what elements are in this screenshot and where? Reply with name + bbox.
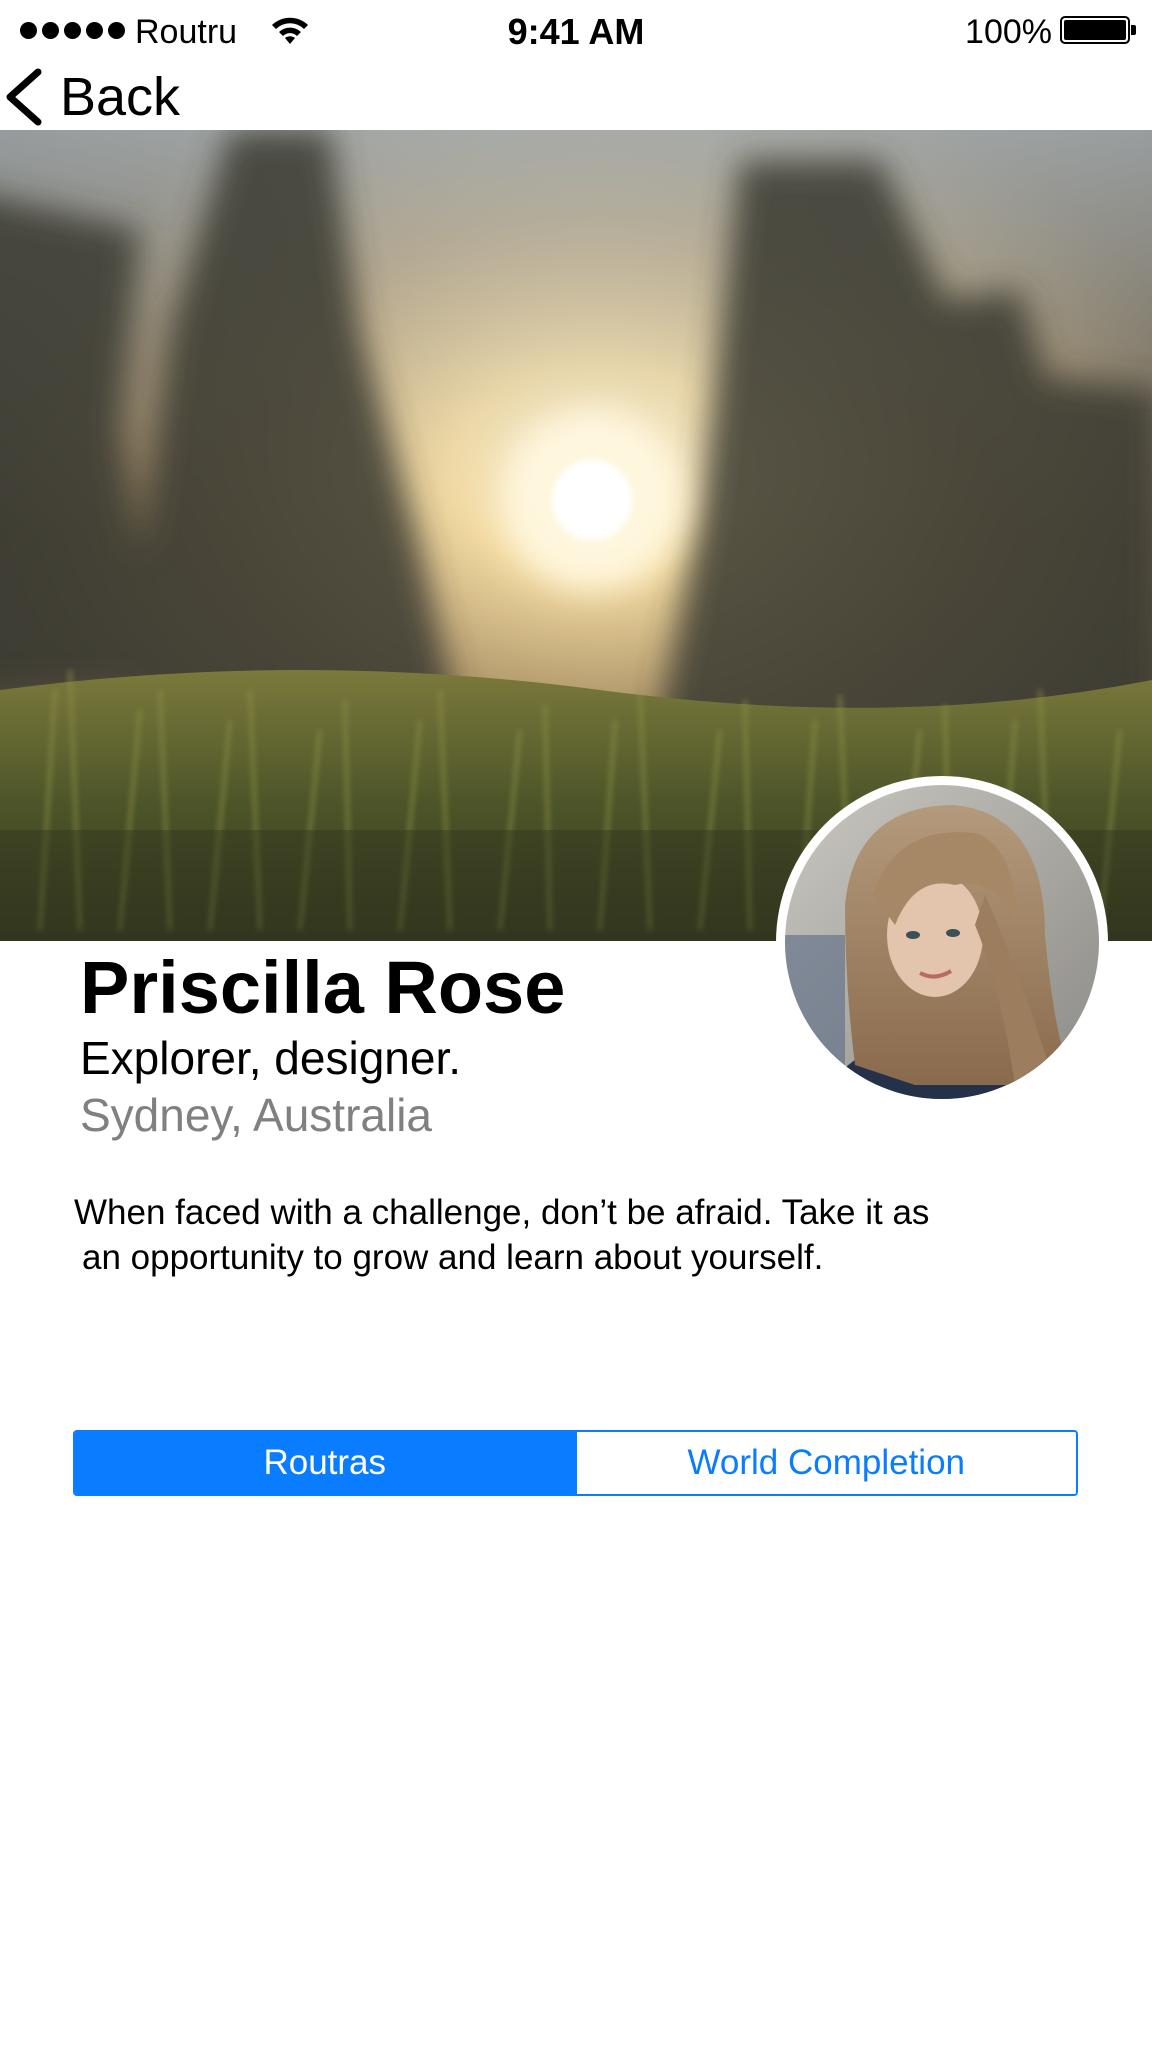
profile-bio: When faced with a challenge, don’t be af… <box>74 1190 1034 1280</box>
navigation-bar: Back <box>0 64 1152 130</box>
profile-tagline: Explorer, designer. <box>80 1032 462 1084</box>
battery-icon <box>1060 16 1140 46</box>
back-label: Back <box>60 67 181 127</box>
segment-world-completion[interactable]: World Completion <box>574 1432 1076 1494</box>
profile-location: Sydney, Australia <box>80 1089 433 1141</box>
avatar[interactable] <box>776 776 1108 1108</box>
segmented-control: Routras World Completion <box>73 1430 1078 1496</box>
profile-name: Priscilla Rose <box>80 946 566 1029</box>
status-bar: Routru 9:41 AM 100% <box>0 0 1152 64</box>
back-button[interactable]: Back <box>0 64 180 130</box>
profile-bio-line-1: When faced with a challenge, don’t be af… <box>74 1193 930 1232</box>
battery-percentage: 100% <box>965 13 1052 51</box>
chevron-left-icon <box>6 68 42 126</box>
profile-bio-line-2: an opportunity to grow and learn about y… <box>82 1238 824 1277</box>
segment-routras[interactable]: Routras <box>75 1432 575 1494</box>
